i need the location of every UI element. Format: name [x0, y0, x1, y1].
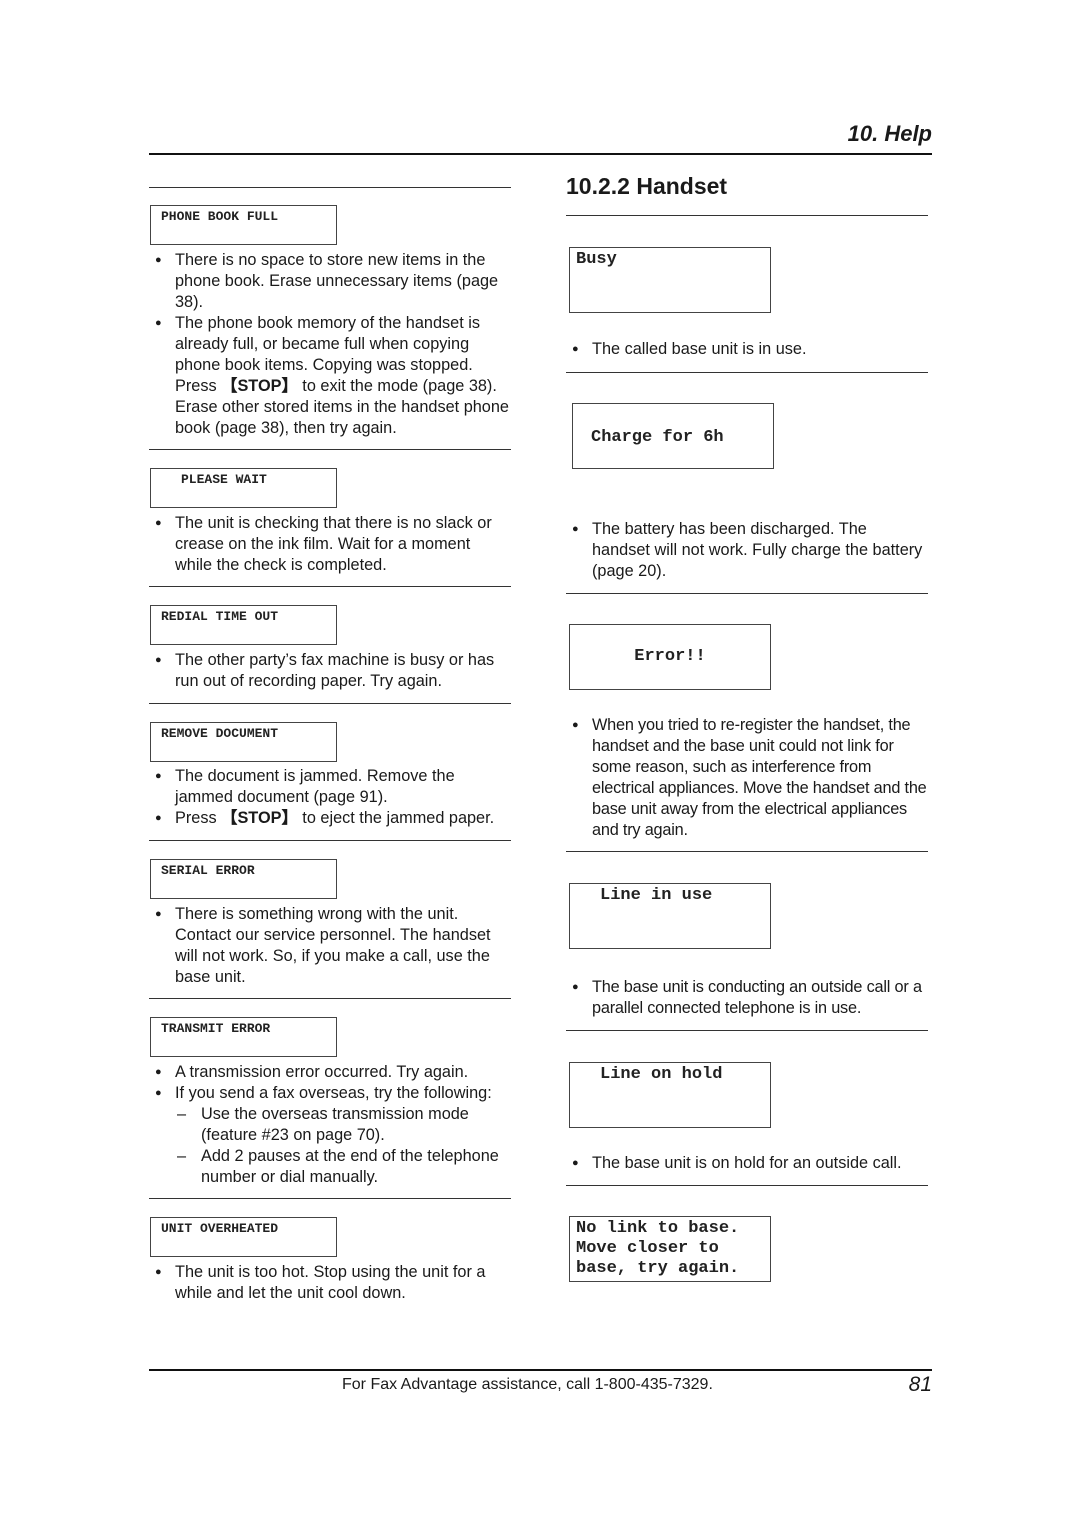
display-message: UNIT OVERHEATED — [161, 1221, 279, 1236]
footer-rule — [149, 1369, 932, 1371]
bullet-item: The document is jammed. Remove the jamme… — [149, 766, 511, 808]
entry-description: The document is jammed. Remove the jamme… — [149, 766, 511, 829]
display-line: No link to base. — [576, 1219, 740, 1238]
dash-item: Add 2 pauses at the end of the telephone… — [149, 1146, 511, 1188]
bullet-item: The base unit is conducting an outside c… — [566, 977, 928, 1019]
lcd-display-charge: Charge for 6h — [572, 403, 774, 469]
stop-key-label: 【STOP】 — [221, 809, 298, 827]
divider — [566, 372, 928, 373]
divider — [566, 851, 928, 852]
bullet-item: The phone book memory of the handset is … — [149, 313, 511, 439]
divider — [149, 1198, 511, 1199]
divider — [149, 840, 511, 841]
lcd-display-unit-overheated: UNIT OVERHEATED — [150, 1217, 337, 1257]
display-message: SERIAL ERROR — [161, 863, 255, 878]
dash-item: Use the overseas transmission mode (feat… — [149, 1104, 511, 1146]
bullet-item: The called base unit is in use. — [566, 339, 928, 360]
bullet-item: The base unit is on hold for an outside … — [566, 1153, 928, 1174]
lcd-display-transmit-error: TRANSMIT ERROR — [150, 1017, 337, 1057]
divider — [566, 593, 928, 594]
display-message: Line in use — [600, 886, 713, 905]
lcd-display-line-on-hold: Line on hold — [569, 1062, 771, 1128]
display-message: Line on hold — [600, 1065, 723, 1084]
entry-description: A transmission error occurred. Try again… — [149, 1062, 511, 1188]
display-message: PHONE BOOK FULL — [161, 209, 279, 224]
header-rule — [149, 153, 932, 155]
lcd-display-error: Error!! — [569, 624, 771, 690]
lcd-display-remove-document: REMOVE DOCUMENT — [150, 722, 337, 762]
footer-assistance-text: For Fax Advantage assistance, call 1-800… — [342, 1376, 713, 1393]
display-line: Move closer to — [576, 1239, 719, 1258]
entry-description: The called base unit is in use. — [566, 339, 928, 360]
lcd-display-busy: Busy — [569, 247, 771, 313]
lcd-display-serial-error: SERIAL ERROR — [150, 859, 337, 899]
bullet-item: The battery has been discharged. The han… — [566, 519, 928, 582]
bullet-item: If you send a fax overseas, try the foll… — [149, 1083, 511, 1104]
bullet-item: There is something wrong with the unit. … — [149, 904, 511, 988]
entry-description: The other party’s fax machine is busy or… — [149, 650, 511, 692]
lcd-display-line-in-use: Line in use — [569, 883, 771, 949]
divider — [149, 187, 511, 188]
entry-description: The unit is too hot. Stop using the unit… — [149, 1262, 511, 1304]
stop-key-label: 【STOP】 — [221, 377, 298, 395]
entry-description: There is no space to store new items in … — [149, 250, 511, 439]
entry-description: The unit is checking that there is no sl… — [149, 513, 511, 576]
entry-description: The base unit is on hold for an outside … — [566, 1153, 928, 1174]
divider — [149, 449, 511, 450]
divider — [566, 1185, 928, 1186]
display-line: base, try again. — [576, 1259, 740, 1278]
bullet-item: The unit is too hot. Stop using the unit… — [149, 1262, 511, 1304]
divider — [149, 703, 511, 704]
display-message: REDIAL TIME OUT — [161, 609, 279, 624]
entry-description: There is something wrong with the unit. … — [149, 904, 511, 988]
lcd-display-please-wait: PLEASE WAIT — [150, 468, 337, 508]
entry-description: The base unit is conducting an outside c… — [566, 977, 928, 1019]
display-message: Busy — [576, 250, 617, 269]
page-number: 81 — [908, 1373, 932, 1396]
section-title: 10.2.2 Handset — [566, 173, 728, 199]
chapter-heading: 10. Help — [847, 121, 932, 146]
display-message: Error!! — [634, 647, 706, 666]
bullet-item: A transmission error occurred. Try again… — [149, 1062, 511, 1083]
entry-description: When you tried to re-register the handse… — [566, 715, 928, 841]
display-message: PLEASE WAIT — [181, 472, 267, 487]
lcd-display-phone-book-full: PHONE BOOK FULL — [150, 205, 337, 245]
bullet-item: The other party’s fax machine is busy or… — [149, 650, 511, 692]
display-message: Charge for 6h — [591, 428, 724, 447]
entry-description: The battery has been discharged. The han… — [566, 519, 928, 582]
lcd-display-no-link: No link to base. Move closer to base, tr… — [569, 1216, 771, 1282]
divider — [566, 1030, 928, 1031]
bullet-item: When you tried to re-register the handse… — [566, 715, 928, 841]
bullet-item: The unit is checking that there is no sl… — [149, 513, 511, 576]
divider — [149, 998, 511, 999]
bullet-item: Press 【STOP】 to eject the jammed paper. — [149, 808, 511, 829]
lcd-display-redial-time-out: REDIAL TIME OUT — [150, 605, 337, 645]
divider — [149, 586, 511, 587]
bullet-item: There is no space to store new items in … — [149, 250, 511, 313]
display-message: TRANSMIT ERROR — [161, 1021, 271, 1036]
display-message: REMOVE DOCUMENT — [161, 726, 279, 741]
section-rule — [566, 215, 928, 216]
